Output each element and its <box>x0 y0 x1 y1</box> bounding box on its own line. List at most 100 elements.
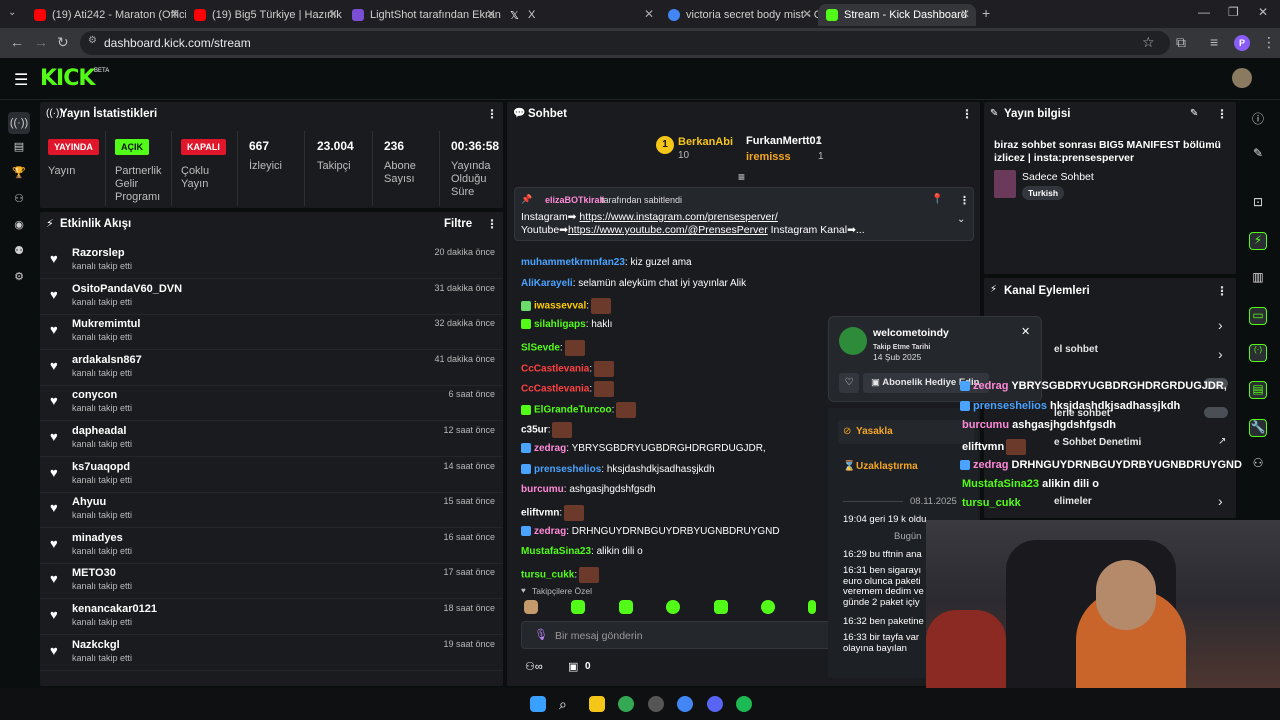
timeout-label[interactable]: Uzaklaştırma <box>856 461 918 472</box>
activity-username[interactable]: dapheadal <box>72 425 126 437</box>
top-gifter-3-name[interactable]: iremisss <box>746 151 791 163</box>
channel-action-3[interactable]: e Sohbet Denetimi <box>1054 437 1141 448</box>
url-input[interactable]: ⚙ dashboard.kick.com/stream <box>80 31 1170 55</box>
chevron-right-icon[interactable]: › <box>1218 493 1223 509</box>
chat-username[interactable]: SlSevde <box>521 343 560 354</box>
user-avatar[interactable] <box>1232 68 1252 88</box>
tab-search-icon[interactable]: ⌄ <box>8 7 16 18</box>
chevron-right-icon[interactable]: › <box>1218 317 1223 333</box>
lightning-button-icon[interactable]: ⚡ <box>1249 232 1267 250</box>
unpin-icon[interactable]: 📍 <box>931 194 943 205</box>
activity-item[interactable]: ♥ ardakalsn867 kanalı takip etti 41 dakika … <box>40 350 503 386</box>
menu-icon[interactable]: ⋮ <box>1262 34 1276 51</box>
window-close-icon[interactable]: ✕ <box>1258 5 1268 19</box>
channel-action-1[interactable]: el sohbet <box>1054 344 1098 355</box>
activity-item[interactable]: ♥ Ahyuu kanalı takip etti 15 saat önce <box>40 492 503 529</box>
settings-icon[interactable]: ⚙ <box>11 270 27 286</box>
emoji-3[interactable] <box>619 600 633 614</box>
chevron-right-icon[interactable]: › <box>1218 346 1223 362</box>
edit-icon[interactable]: ✎ <box>1190 108 1198 119</box>
hamburger-menu-icon[interactable]: ☰ <box>14 70 28 90</box>
trophy-icon[interactable]: 🏆 <box>11 166 27 182</box>
close-icon[interactable]: ✕ <box>170 7 180 21</box>
external-link-icon[interactable]: ↗ <box>1218 436 1226 447</box>
reload-icon[interactable]: ↻ <box>57 34 69 51</box>
pen-icon[interactable]: ✎ <box>1249 146 1267 164</box>
info-icon[interactable]: ⓘ <box>1249 110 1267 128</box>
windows-start-icon[interactable] <box>530 696 546 712</box>
mic-icon[interactable]: 🎙 <box>534 628 548 641</box>
chat-username[interactable]: eliftvmn <box>521 508 559 519</box>
chevron-down-icon[interactable]: ⌄ <box>957 214 965 225</box>
chat-menu-icon[interactable]: ⋮ <box>961 107 973 121</box>
top-gifter-2-name[interactable]: FurkanMertt01 <box>746 135 822 147</box>
wrench-icon[interactable]: 🔧 <box>1249 419 1267 437</box>
chat-username[interactable]: MustafaSina23 <box>521 546 591 557</box>
back-icon[interactable]: ← <box>10 34 24 50</box>
chat-username[interactable]: ElGrandeTurcoo <box>534 405 612 416</box>
pinned-link-1[interactable]: https://www.instagram.com/prensesperver/ <box>579 211 777 223</box>
emoji-2[interactable] <box>571 600 585 614</box>
emoji-7[interactable] <box>808 600 816 614</box>
kick-logo[interactable]: KICK <box>40 66 95 91</box>
chat-username[interactable]: silahligaps <box>534 319 586 330</box>
discord-icon[interactable] <box>707 696 723 712</box>
chat-username[interactable]: prenseshelios <box>534 464 601 475</box>
activity-item[interactable]: ♥ conycon kanalı takip etti 6 saat önce <box>40 385 503 422</box>
file-explorer-icon[interactable] <box>589 696 605 712</box>
favorite-button[interactable]: ♡ <box>839 373 859 393</box>
notes-icon[interactable]: ▥ <box>1249 270 1267 288</box>
chrome-icon[interactable] <box>618 696 634 712</box>
activity-username[interactable]: conycon <box>72 389 117 401</box>
activity-item[interactable]: ♥ Nazkckgl kanalı takip etti 19 saat önce <box>40 635 503 671</box>
activity-username[interactable]: METO30 <box>72 567 116 579</box>
chat-username[interactable]: CcCastlevania <box>521 364 589 375</box>
tab-4[interactable]: 𝕏 X ✕ <box>502 4 660 26</box>
forward-icon[interactable]: → <box>34 34 48 50</box>
activity-item[interactable]: ♥ dapheadal kanalı takip etti 12 saat önce <box>40 421 503 457</box>
channel-actions-menu-icon[interactable]: ⋮ <box>1216 284 1228 298</box>
chat-username[interactable]: tursu_cukk <box>521 570 574 581</box>
chat-username[interactable]: burcumu <box>521 484 564 495</box>
spotify-icon[interactable] <box>736 696 752 712</box>
profile-avatar[interactable]: P <box>1234 35 1250 51</box>
chat-username[interactable]: c35ur <box>521 425 548 436</box>
broadcast-icon[interactable]: (·) <box>1249 344 1267 362</box>
activity-menu-icon[interactable]: ⋮ <box>486 217 498 231</box>
chat-username[interactable]: muhammetkrmnfan23 <box>521 257 625 268</box>
close-icon[interactable]: ✕ <box>486 7 496 21</box>
bookmark-star-icon[interactable]: ☆ <box>1142 34 1155 51</box>
chat-username[interactable]: zedrag <box>534 443 566 454</box>
camera-icon[interactable]: ◉ <box>11 218 27 234</box>
activity-username[interactable]: ardakalsn867 <box>72 354 142 366</box>
community-icon[interactable]: ⚇ <box>11 192 27 208</box>
tab-3[interactable]: LightShot tarafından Ekran Gör✕ <box>344 4 502 26</box>
stats-menu-icon[interactable]: ⋮ <box>486 107 498 121</box>
users-infinite-icon[interactable]: ⚇∞ <box>525 660 543 673</box>
close-icon[interactable]: ✕ <box>802 7 812 21</box>
activity-item[interactable]: ♥ kenancakar0121 kanalı takip etti 18 saat … <box>40 599 503 635</box>
dashboard-icon[interactable]: ▤ <box>11 140 27 156</box>
chat-username[interactable]: iwassevval <box>534 301 586 312</box>
emoji-5[interactable] <box>714 600 728 614</box>
search-icon[interactable]: ⌕ <box>559 696 575 712</box>
activity-username[interactable]: Razorslep <box>72 247 125 259</box>
tab-6[interactable]: Stream - Kick Dashboard ✕ <box>818 4 976 26</box>
pinned-message[interactable]: 📌 elizaBOTkirali tarafından sabitlendi 📍… <box>514 187 974 241</box>
activity-item[interactable]: ♥ minadyes kanalı takip etti 16 saat önce <box>40 528 503 564</box>
emoji-1[interactable] <box>524 600 538 614</box>
activity-username[interactable]: Ahyuu <box>72 496 106 508</box>
new-tab-icon[interactable]: + <box>982 5 990 21</box>
chat-username[interactable]: AliKarayeli <box>521 278 573 289</box>
chat-username[interactable]: zedrag <box>534 526 566 537</box>
activity-item[interactable]: ♥ OsitoPandaV60_DVN kanalı takip etti 31 da… <box>40 279 503 315</box>
site-info-icon[interactable]: ⚙ <box>88 35 97 46</box>
activity-username[interactable]: OsitoPandaV60_DVN <box>72 283 182 295</box>
chrome-active-icon[interactable] <box>677 696 693 712</box>
extensions-icon[interactable]: ⧉ <box>1176 34 1186 51</box>
activity-item[interactable]: ♥ Razorslep kanalı takip etti 20 dakika önc… <box>40 243 503 279</box>
users-icon[interactable]: ⚉ <box>11 244 27 260</box>
minimize-icon[interactable]: — <box>1198 5 1210 19</box>
tab-1[interactable]: (19) Ati242 - Maraton (Official V✕ <box>26 4 186 26</box>
pinned-link-2[interactable]: https://www.youtube.com/@PrensesPerver <box>568 224 768 236</box>
